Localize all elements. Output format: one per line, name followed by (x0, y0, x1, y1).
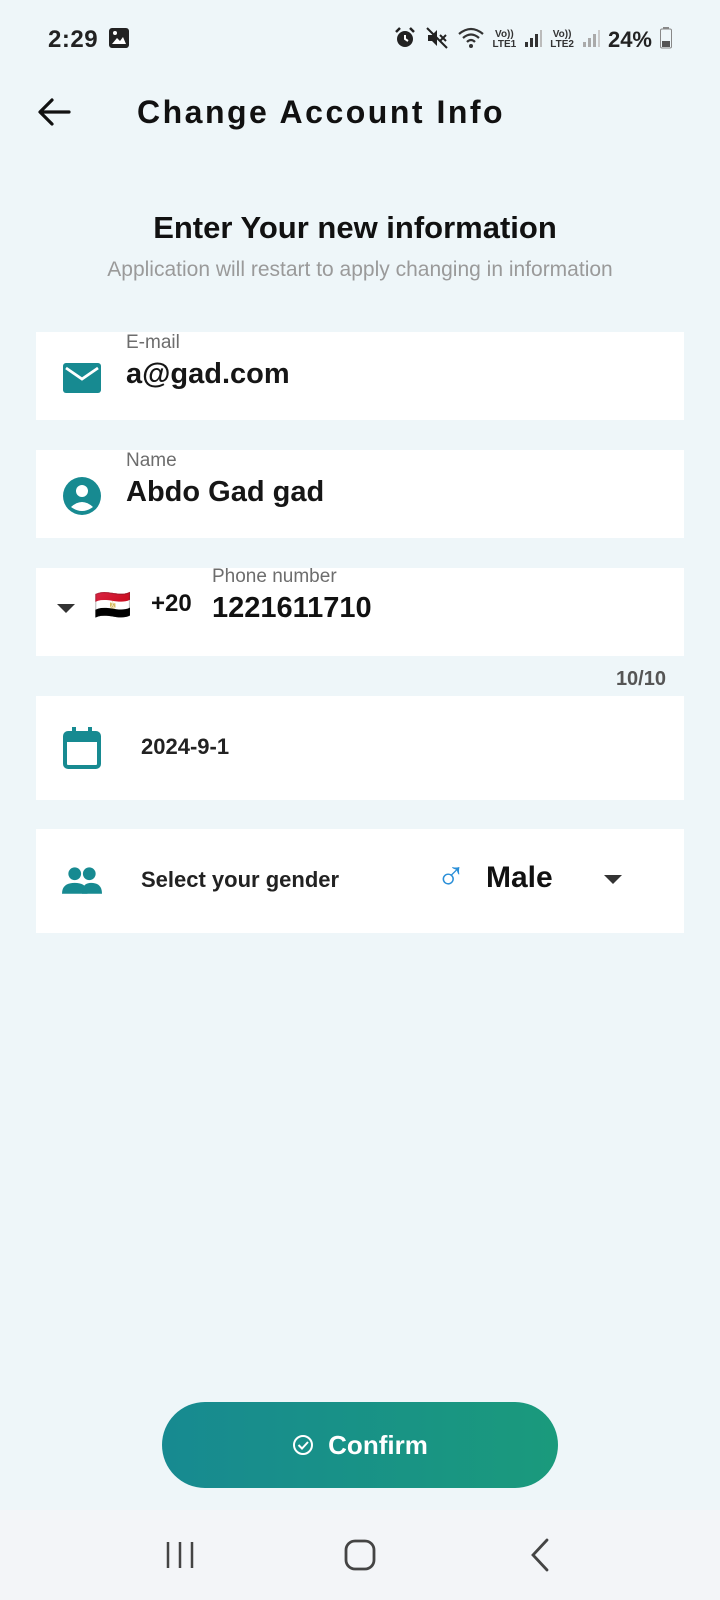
confirm-label: Confirm (328, 1429, 428, 1460)
gender-field[interactable]: Select your gender ♂ Male (36, 829, 684, 933)
system-nav-bar (0, 1510, 720, 1600)
date-field[interactable]: 2024-9-1 (36, 696, 684, 800)
phone-char-counter: 10/10 (615, 668, 666, 690)
signal-icon (524, 28, 543, 53)
email-field[interactable]: E-mail a@gad.com (36, 332, 684, 420)
chevron-left-icon (531, 1538, 549, 1572)
page-title: Change Account Info (137, 94, 506, 130)
check-circle-icon (293, 1435, 314, 1455)
intro-title: Enter Your new information (153, 210, 557, 245)
chevron-down-icon (604, 875, 622, 884)
mail-icon (62, 358, 102, 398)
account-circle-icon (62, 476, 102, 516)
intro-subtitle: Application will restart to apply changi… (107, 258, 613, 281)
gender-label: Select your gender (141, 867, 340, 892)
status-bar: 2:29 Vo)) LTE1 Vo)) LTE2 24% (0, 0, 720, 80)
date-value[interactable]: 2024-9-1 (141, 734, 229, 760)
arrow-left-icon (38, 98, 71, 126)
back-button[interactable] (34, 92, 74, 132)
app-header: Change Account Info (0, 80, 720, 144)
signal-icon (582, 28, 600, 53)
email-label: E-mail (126, 332, 180, 353)
country-dropdown-button[interactable] (56, 598, 76, 618)
name-value[interactable]: Abdo Gad gad (126, 476, 324, 509)
gender-dropdown[interactable]: ♂ Male (436, 851, 676, 907)
home-icon (344, 1539, 376, 1571)
wifi-icon (457, 26, 485, 55)
country-code: +20 (151, 590, 192, 617)
chevron-down-icon (57, 603, 75, 613)
battery-percent: 24% (607, 27, 652, 52)
name-label: Name (126, 450, 177, 471)
gender-value: Male (486, 861, 553, 894)
egypt-flag-icon: 🇪🇬 (94, 589, 132, 622)
home-button[interactable] (330, 1525, 390, 1585)
sim2-label: Vo)) LTE2 (550, 29, 574, 50)
male-symbol-icon: ♂ (436, 853, 466, 897)
recent-apps-icon (166, 1542, 194, 1568)
confirm-button[interactable]: Confirm (162, 1402, 558, 1488)
phone-field[interactable]: 🇪🇬 +20 Phone number 1221611710 (36, 566, 684, 656)
status-time: 2:29 (48, 26, 99, 53)
recent-apps-button[interactable] (150, 1525, 210, 1585)
system-back-button[interactable] (510, 1525, 570, 1585)
alarm-icon (393, 26, 417, 55)
phone-label: Phone number (212, 566, 337, 587)
gallery-notification-icon (108, 27, 130, 54)
calendar-icon (62, 727, 102, 769)
people-icon (62, 861, 102, 901)
phone-value[interactable]: 1221611710 (212, 592, 372, 625)
mute-icon (425, 26, 449, 55)
email-value[interactable]: a@gad.com (126, 358, 290, 391)
battery-icon (660, 26, 672, 54)
name-field[interactable]: Name Abdo Gad gad (36, 450, 684, 538)
sim1-label: Vo)) LTE1 (492, 29, 517, 50)
